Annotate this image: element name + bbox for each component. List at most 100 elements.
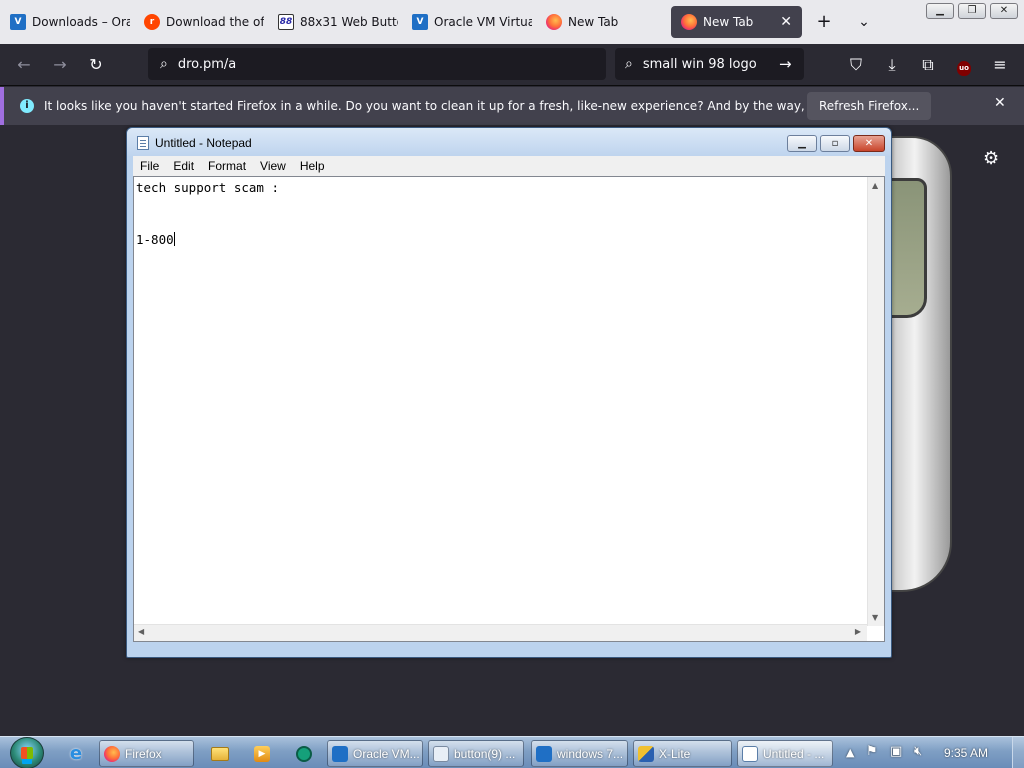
scroll-right-arrow-icon[interactable]: ▶ (855, 627, 861, 636)
notepad-title-bar[interactable]: Untitled - Notepad ▁ ▫ ✕ (127, 128, 891, 156)
tab-new-tab[interactable]: New Tab (536, 6, 666, 38)
scroll-left-arrow-icon[interactable]: ◀ (138, 627, 144, 636)
88x31-icon: 88 (278, 14, 294, 30)
url-bar[interactable]: ⌕ dro.pm/a (148, 48, 606, 80)
horizontal-scrollbar[interactable]: ◀ ▶ (134, 624, 867, 641)
notepad-window: Untitled - Notepad ▁ ▫ ✕ File Edit Forma… (126, 127, 892, 658)
notepad-icon (742, 745, 758, 762)
ublock-origin-icon[interactable]: uo (952, 53, 976, 77)
maximize-button[interactable]: ❐ (958, 3, 986, 19)
taskbar-button-notepad[interactable]: Untitled - ... (737, 740, 833, 767)
close-icon[interactable]: ✕ (994, 95, 1006, 111)
minimize-button[interactable]: ▁ (926, 3, 954, 19)
tab-downloads[interactable]: V Downloads – Ora (0, 6, 130, 38)
tab-label: Oracle VM Virtua (434, 15, 532, 29)
new-tab-button[interactable]: + (812, 10, 836, 34)
editor-content[interactable]: tech support scam : 1-800 (136, 179, 866, 627)
volume-muted-icon[interactable]: 🔇︎ (914, 744, 922, 759)
firefox-icon (104, 745, 120, 762)
pocket-icon[interactable]: ⛉ (844, 53, 868, 77)
window-title: Untitled - Notepad (155, 136, 252, 150)
close-window-button[interactable]: ✕ (990, 3, 1018, 19)
paint-icon (433, 745, 449, 762)
vertical-scrollbar[interactable]: ▲ ▼ (867, 177, 884, 626)
scroll-up-arrow-icon[interactable]: ▲ (872, 181, 878, 190)
reload-icon[interactable]: ↻ (84, 53, 108, 77)
tab-oracle-vm[interactable]: V Oracle VM Virtua (402, 6, 532, 38)
tab-new-tab-active[interactable]: New Tab ✕ (671, 6, 802, 38)
close-button[interactable]: ✕ (853, 135, 885, 152)
clock[interactable]: 9:35 AM (944, 746, 988, 760)
start-button[interactable] (10, 737, 44, 768)
tab-label: New Tab (703, 15, 754, 29)
navigation-toolbar: ← → ↻ ⌕ dro.pm/a ⌕ small win 98 logo → ⛉… (0, 44, 1024, 86)
text-line: tech support scam : (136, 180, 279, 195)
minimize-button[interactable]: ▁ (787, 135, 817, 152)
firefox-icon (546, 14, 562, 30)
text-line (136, 214, 866, 231)
maximize-button[interactable]: ▫ (820, 135, 850, 152)
refresh-firefox-button[interactable]: Refresh Firefox... (807, 92, 932, 120)
taskbar-button-button9[interactable]: button(9) ... (428, 740, 524, 767)
internet-explorer-icon[interactable]: e (58, 740, 94, 767)
gear-icon[interactable]: ⚙ (983, 148, 999, 169)
search-text: small win 98 logo (642, 56, 757, 72)
menu-file[interactable]: File (133, 159, 166, 173)
taskbar-button-label: Untitled - ... (763, 746, 825, 761)
tab-label: Downloads – Ora (32, 15, 130, 29)
explorer-icon[interactable] (202, 740, 238, 767)
menu-view[interactable]: View (253, 159, 293, 173)
notification-bar: i It looks like you haven't started Fire… (0, 87, 1024, 125)
tab-list-button[interactable]: ⌄ (852, 10, 876, 34)
forward-icon[interactable]: → (48, 53, 72, 77)
back-icon[interactable]: ← (12, 53, 36, 77)
menu-edit[interactable]: Edit (166, 159, 201, 173)
taskbar-button-label: Firefox (125, 746, 162, 761)
tab-label: Download the of (166, 15, 264, 29)
menu-format[interactable]: Format (201, 159, 253, 173)
windows-logo-icon (21, 747, 33, 759)
ublock-badge: uo (957, 61, 971, 76)
tab-strip: V Downloads – Ora r Download the of 88 8… (0, 0, 1024, 44)
xlite-icon (638, 745, 654, 762)
hamburger-menu-icon[interactable]: ≡ (988, 53, 1012, 77)
taskbar-button-label: X-Lite (659, 746, 691, 761)
search-bar[interactable]: ⌕ small win 98 logo → (615, 48, 804, 80)
notepad-icon (137, 136, 149, 150)
text-line-content: 1-800 (136, 231, 174, 247)
text-line: 1-800 (136, 231, 866, 248)
close-icon[interactable]: ✕ (780, 14, 792, 30)
menu-help[interactable]: Help (293, 159, 332, 173)
taskbar-button-xlite[interactable]: X-Lite (633, 740, 732, 767)
go-arrow-icon[interactable]: → (779, 55, 792, 73)
extensions-icon[interactable]: ⧉ (916, 53, 940, 77)
taskbar-button-label: button(9) ... (454, 746, 516, 761)
taskbar-button-windows7[interactable]: windows 7... (531, 740, 628, 767)
taskbar-button-oracle-vm[interactable]: Oracle VM... (327, 740, 423, 767)
virtualbox-icon (332, 745, 348, 762)
search-icon: ⌕ (625, 56, 633, 72)
taskbar-button-label: windows 7... (557, 746, 624, 761)
downloads-icon[interactable]: ⤓ (880, 53, 904, 77)
text-editor[interactable]: tech support scam : 1-800 ▲ ▼ ◀ ▶ (133, 176, 885, 642)
text-line (136, 196, 866, 213)
virtualbox-icon: V (10, 14, 26, 30)
show-desktop-button[interactable] (1012, 737, 1024, 768)
url-text: dro.pm/a (177, 56, 237, 72)
reddit-icon: r (144, 14, 160, 30)
app-pinned-icon[interactable] (286, 740, 322, 767)
search-icon: ⌕ (160, 56, 168, 72)
menu-bar: File Edit Format View Help (133, 156, 885, 176)
virtualbox-icon (536, 745, 552, 762)
info-icon: i (20, 99, 34, 113)
notification-message: It looks like you haven't started Firefo… (44, 99, 900, 113)
action-center-flag-icon[interactable]: ⚑ (866, 744, 878, 759)
scroll-down-arrow-icon[interactable]: ▼ (872, 613, 878, 622)
media-player-icon[interactable]: ▶ (244, 740, 280, 767)
tab-88x31-buttons[interactable]: 88 88x31 Web Butto (268, 6, 398, 38)
show-hidden-icons-icon[interactable]: ▲ (846, 746, 854, 759)
tab-download-the[interactable]: r Download the of (134, 6, 264, 38)
network-icon[interactable]: ▣ (890, 744, 902, 759)
taskbar-button-firefox[interactable]: Firefox (99, 740, 194, 767)
text-caret (173, 231, 175, 246)
